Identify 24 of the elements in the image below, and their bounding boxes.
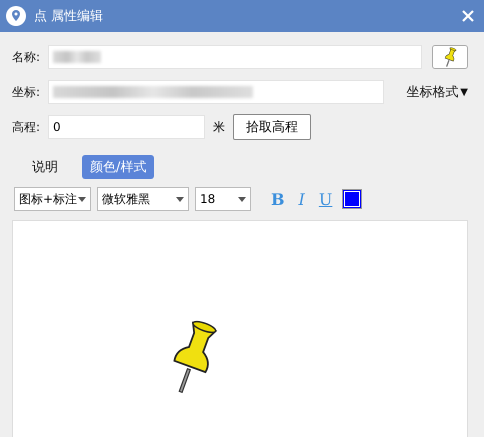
dropdown[interactable]: 图标+标注 xyxy=(14,187,91,211)
close-button[interactable] xyxy=(460,8,476,24)
field-label: 名称: xyxy=(12,48,42,66)
field-label: 高程: xyxy=(12,118,42,136)
caret-icon xyxy=(176,196,184,202)
caret-icon xyxy=(78,196,86,202)
coordinate-input[interactable] xyxy=(48,80,384,104)
field-label: 坐标: xyxy=(12,84,42,100)
tab[interactable]: 颜色/样式 xyxy=(82,155,154,179)
pin-button[interactable] xyxy=(432,45,468,69)
map-pin-icon xyxy=(6,6,26,26)
pick-elevation-button[interactable]: 拾取高程 xyxy=(233,114,311,140)
window-title: 点 属性编辑 xyxy=(34,8,104,25)
coordinate-format-menu[interactable]: 坐标格式▼ xyxy=(406,83,468,101)
color-swatch[interactable] xyxy=(342,189,362,209)
dropdown[interactable]: 微软雅黑 xyxy=(97,187,189,211)
unit-label: 米 xyxy=(213,118,225,136)
dropdown[interactable]: 18 xyxy=(195,187,251,211)
pushpin-icon xyxy=(442,46,458,68)
elevation-input[interactable]: 0 xyxy=(48,115,205,139)
name-input[interactable] xyxy=(48,45,422,69)
caret-icon xyxy=(238,196,246,202)
blurred-text xyxy=(52,51,101,63)
tab[interactable]: 说明 xyxy=(24,155,66,179)
